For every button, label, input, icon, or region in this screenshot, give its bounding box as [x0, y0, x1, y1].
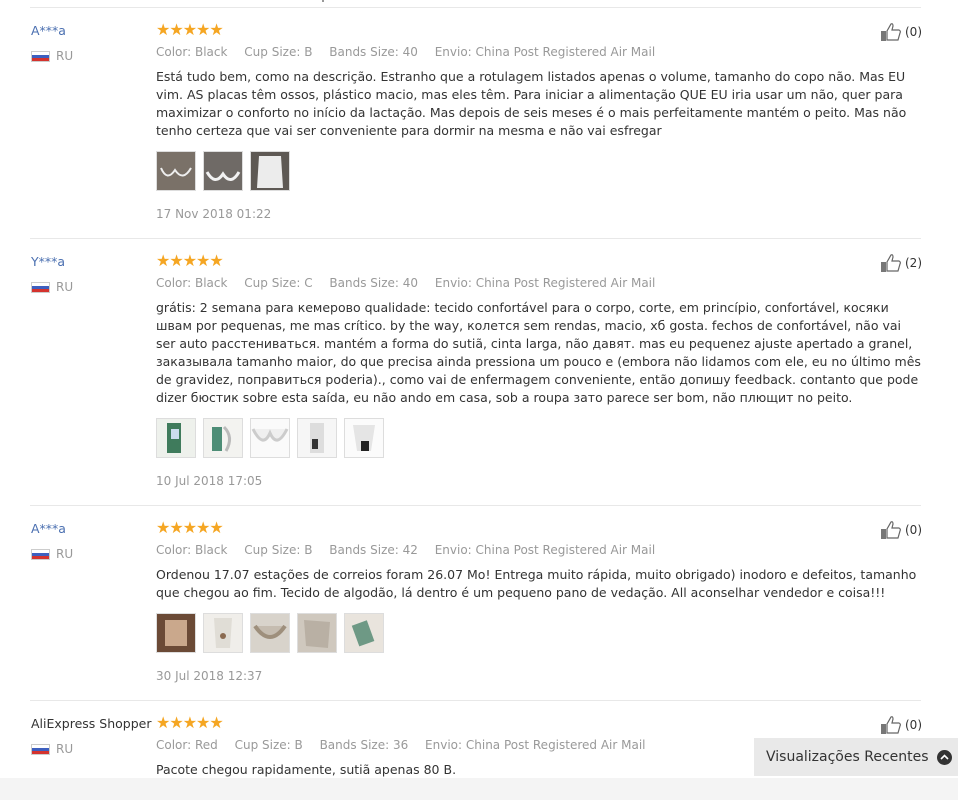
review-photo[interactable]: [156, 151, 196, 191]
review-text: Está tudo bem, como na descrição. Estran…: [156, 69, 907, 138]
review-text: Ordenou 17.07 estações de correios foram…: [156, 567, 917, 600]
thumbs-up-icon: [881, 23, 901, 41]
helpful-button[interactable]: (0): [880, 22, 922, 42]
review-divider: [30, 505, 921, 506]
review-photo[interactable]: [156, 613, 196, 653]
color-attribute: Color: Black: [156, 276, 228, 290]
top-divider: [30, 7, 921, 8]
reviewer-country: RU: [31, 49, 73, 63]
order-details: Color: Red Cup Size: B Bands Size: 36 En…: [156, 738, 659, 752]
review-photo[interactable]: [156, 418, 196, 458]
review-photo[interactable]: [250, 418, 290, 458]
review-photo[interactable]: [297, 418, 337, 458]
cup-size-attribute: Cup Size: C: [244, 276, 313, 290]
country-code: RU: [56, 49, 74, 63]
review-divider: [30, 700, 921, 701]
reviewer-country: RU: [31, 742, 73, 756]
review-photo[interactable]: [250, 151, 290, 191]
russia-flag-icon: [31, 548, 50, 560]
review-date: 30 Jul 2018 12:37: [156, 669, 263, 683]
order-details: Color: Black Cup Size: B Bands Size: 42 …: [156, 543, 668, 557]
shipping-attribute: Envio: China Post Registered Air Mail: [434, 276, 656, 290]
color-attribute: Color: Red: [156, 738, 218, 752]
helpful-count: (0): [905, 523, 922, 537]
recent-views-toggle[interactable]: Visualizações Recentes: [754, 738, 958, 776]
country-code: RU: [56, 742, 74, 756]
order-details: Color: Black Cup Size: C Bands Size: 40 …: [156, 276, 668, 290]
band-size-attribute: Bands Size: 36: [319, 738, 409, 752]
shipping-attribute: Envio: China Post Registered Air Mail: [425, 738, 646, 752]
band-size-attribute: Bands Size: 40: [329, 276, 419, 290]
review-photo[interactable]: [297, 613, 337, 653]
bottom-bar: [0, 778, 958, 800]
order-details: Color: Black Cup Size: B Bands Size: 40 …: [156, 45, 668, 59]
russia-flag-icon: [31, 281, 50, 293]
country-code: RU: [56, 547, 74, 561]
reviewer-name[interactable]: A***a: [31, 23, 66, 38]
cup-size-attribute: Cup Size: B: [234, 738, 303, 752]
review-photo[interactable]: [250, 613, 290, 653]
shipping-attribute: Envio: China Post Registered Air Mail: [434, 45, 656, 59]
review-photos: [156, 418, 391, 458]
color-attribute: Color: Black: [156, 543, 228, 557]
helpful-count: (2): [905, 256, 922, 270]
reviewer-name: AliExpress Shopper: [31, 716, 152, 731]
reviewer-country: RU: [31, 547, 73, 561]
reviewer-country: RU: [31, 280, 73, 294]
review-photos: [156, 151, 297, 191]
rating-stars: ★★★★★: [156, 518, 224, 537]
band-size-attribute: Bands Size: 42: [329, 543, 418, 557]
review-divider: [30, 238, 921, 239]
rating-stars: ★★★★★: [156, 713, 224, 732]
review-photo[interactable]: [203, 613, 243, 653]
country-code: RU: [56, 280, 74, 294]
thumbs-up-icon: [881, 521, 901, 539]
review-photos: [156, 613, 391, 653]
helpful-button[interactable]: (0): [880, 520, 922, 540]
review-photo[interactable]: [344, 418, 384, 458]
recent-views-label: Visualizações Recentes: [766, 749, 929, 765]
reviewer-name[interactable]: Y***a: [31, 254, 65, 269]
reviews-page: A***a RU ★★★★★ Color: Black Cup Size: B …: [0, 0, 958, 800]
chevron-up-icon: [936, 749, 952, 765]
thumbs-up-icon: [881, 716, 901, 734]
review-photo[interactable]: [203, 151, 243, 191]
review-date: 10 Jul 2018 17:05: [156, 474, 263, 488]
band-size-attribute: Bands Size: 40: [329, 45, 418, 59]
helpful-count: (0): [905, 718, 922, 732]
shipping-attribute: Envio: China Post Registered Air Mail: [434, 543, 656, 557]
color-attribute: Color: Black: [156, 45, 228, 59]
russia-flag-icon: [31, 743, 50, 755]
thumbs-up-icon: [881, 254, 901, 272]
review-date: 17 Nov 2018 01:22: [156, 207, 272, 221]
divider-dot: [322, 0, 324, 2]
helpful-button[interactable]: (0): [880, 715, 922, 735]
helpful-button[interactable]: (2): [880, 253, 922, 273]
rating-stars: ★★★★★: [156, 20, 224, 39]
cup-size-attribute: Cup Size: B: [244, 45, 313, 59]
rating-stars: ★★★★★: [156, 251, 224, 270]
helpful-count: (0): [905, 25, 922, 39]
cup-size-attribute: Cup Size: B: [244, 543, 313, 557]
review-photo[interactable]: [344, 613, 384, 653]
review-text: grátis: 2 semana para кемерово qualidade…: [156, 300, 921, 405]
russia-flag-icon: [31, 50, 50, 62]
review-photo[interactable]: [203, 418, 243, 458]
reviewer-name[interactable]: A***a: [31, 521, 66, 536]
